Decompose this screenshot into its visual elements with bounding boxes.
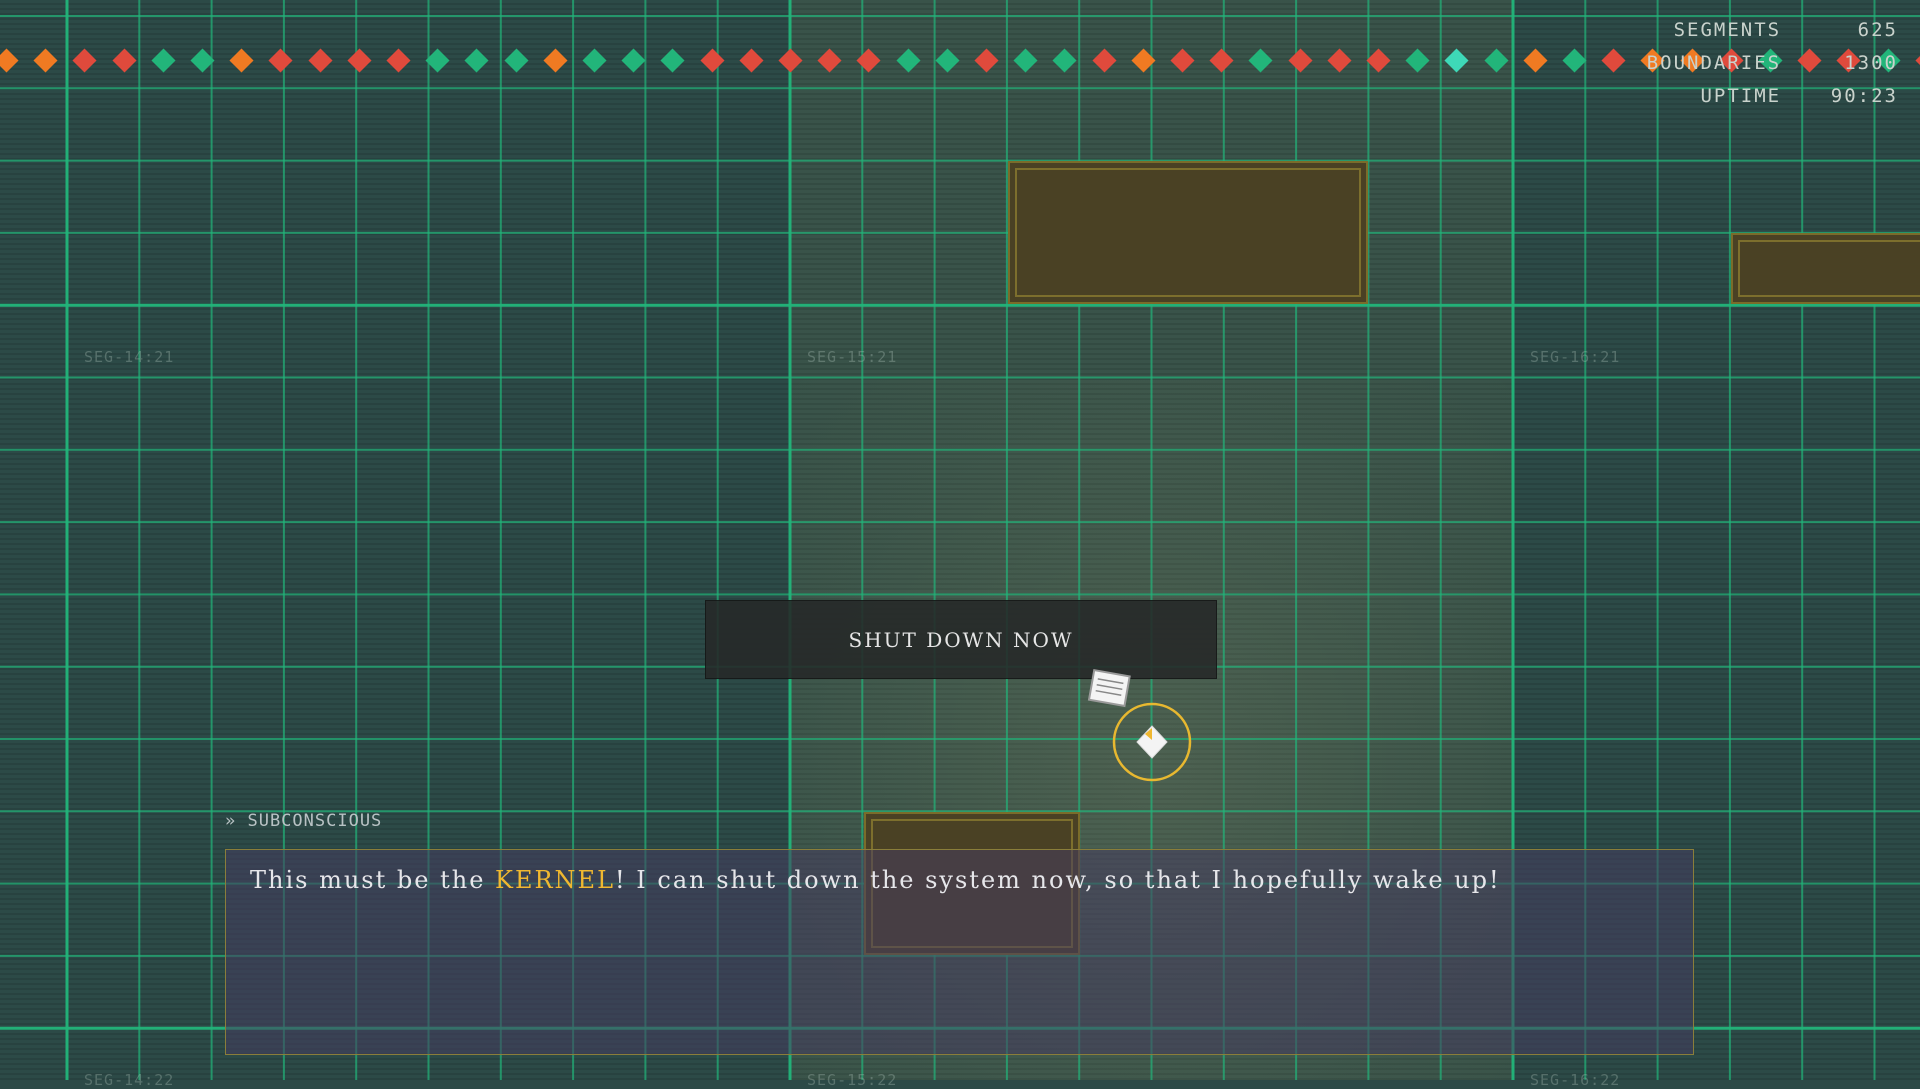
boundary-marker — [621, 48, 646, 73]
boundary-marker — [896, 48, 921, 73]
segment-label: SEG-16:21 — [1530, 348, 1621, 366]
segment-label: SEG-14:22 — [84, 1071, 175, 1089]
boundary-marker — [974, 48, 999, 73]
boundary-marker — [1601, 48, 1626, 73]
boundary-marker — [543, 48, 568, 73]
hud-label: SEGMENTS — [1673, 19, 1782, 41]
boundary-marker — [386, 48, 411, 73]
boundary-marker — [1052, 48, 1077, 73]
boundary-marker — [504, 48, 529, 73]
boundary-marker — [1915, 48, 1920, 73]
boundary-marker — [1366, 48, 1391, 73]
wall-block — [1731, 233, 1920, 304]
boundary-marker — [347, 48, 372, 73]
wall-block — [1008, 161, 1368, 304]
hud-value: 90:23 — [1830, 85, 1898, 107]
boundary-marker — [1562, 48, 1587, 73]
boundary-marker — [229, 48, 254, 73]
segment-label: SEG-14:21 — [84, 348, 175, 366]
hud-label: UPTIME — [1700, 85, 1782, 107]
shut-down-label: SHUT DOWN NOW — [848, 627, 1074, 652]
boundary-marker — [151, 48, 176, 73]
boundary-marker — [0, 48, 19, 73]
boundary-marker — [1131, 48, 1156, 73]
boundary-marker — [112, 48, 137, 73]
boundary-marker — [72, 48, 97, 73]
segment-label: SEG-16:22 — [1530, 1071, 1621, 1089]
boundary-marker — [935, 48, 960, 73]
boundary-marker — [739, 48, 764, 73]
boundary-marker — [1170, 48, 1195, 73]
dialogue-text: This must be the — [250, 866, 496, 894]
segment-label: SEG-15:22 — [807, 1071, 898, 1089]
boundary-marker — [1288, 48, 1313, 73]
boundary-markers — [0, 48, 1920, 78]
stats-hud: SEGMENTS 625 BOUNDARIES 1300 UPTIME 90:2… — [1647, 14, 1898, 113]
hud-boundaries: BOUNDARIES 1300 — [1647, 47, 1898, 80]
boundary-marker — [660, 48, 685, 73]
boundary-marker — [1523, 48, 1548, 73]
dialogue-speaker: » SUBCONSCIOUS — [225, 811, 383, 831]
boundary-marker — [856, 48, 881, 73]
hud-value: 625 — [1857, 19, 1898, 41]
boundary-marker — [1092, 48, 1117, 73]
boundary-marker — [1444, 48, 1469, 73]
hud-label: BOUNDARIES — [1646, 52, 1782, 74]
boundary-marker — [1405, 48, 1430, 73]
boundary-marker — [817, 48, 842, 73]
boundary-marker — [308, 48, 333, 73]
hud-segments: SEGMENTS 625 — [1647, 14, 1898, 47]
hud-uptime: UPTIME 90:23 — [1647, 80, 1898, 113]
boundary-marker — [582, 48, 607, 73]
boundary-marker — [1327, 48, 1352, 73]
boundary-marker — [778, 48, 803, 73]
boundary-marker — [1209, 48, 1234, 73]
boundary-marker — [268, 48, 293, 73]
boundary-marker — [464, 48, 489, 73]
player-marker-icon — [1112, 702, 1192, 782]
boundary-marker — [1248, 48, 1273, 73]
boundary-marker — [425, 48, 450, 73]
boundary-marker — [700, 48, 725, 73]
boundary-marker — [1013, 48, 1038, 73]
dialogue-text: ! I can shut down the system now, so tha… — [615, 866, 1501, 894]
hud-value: 1300 — [1844, 52, 1898, 74]
segment-label: SEG-15:21 — [807, 348, 898, 366]
boundary-marker — [190, 48, 215, 73]
shut-down-button[interactable]: SHUT DOWN NOW — [705, 600, 1217, 679]
boundary-marker — [33, 48, 58, 73]
boundary-marker — [1484, 48, 1509, 73]
dialogue-box[interactable]: This must be the KERNEL! I can shut down… — [225, 849, 1694, 1055]
dialogue-highlight: KERNEL — [495, 866, 616, 894]
